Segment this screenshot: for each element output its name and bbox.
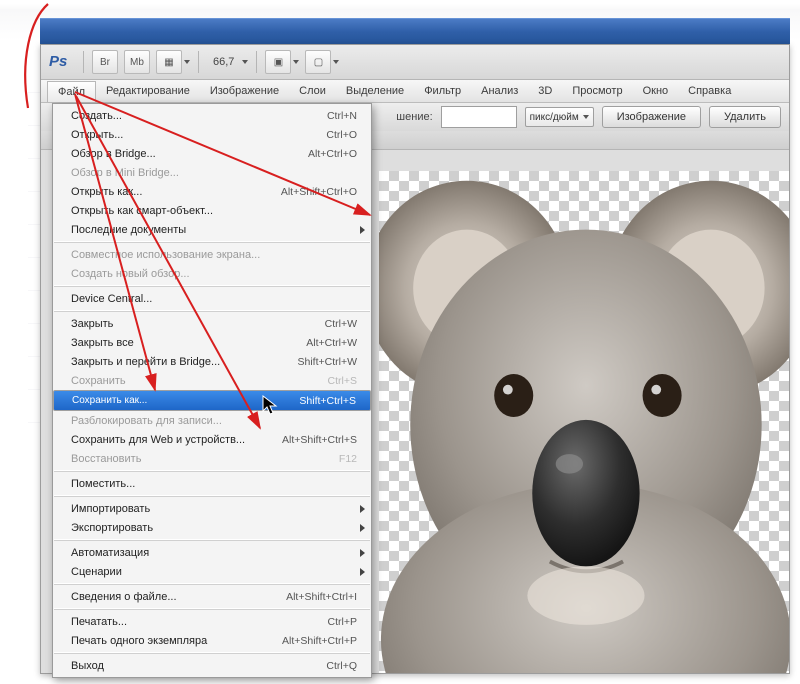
menu-item-label: Экспортировать xyxy=(71,522,153,534)
menu-item[interactable]: Выход Ctrl+Q xyxy=(53,656,371,675)
menu-item-label: Сохранить xyxy=(71,375,126,387)
menu-item-label: Открыть... xyxy=(71,129,123,141)
menu-редактирование[interactable]: Редактирование xyxy=(96,80,200,102)
menu-item[interactable]: Сохранить для Web и устройств... Alt+Shif… xyxy=(53,430,371,449)
app-logo: Ps xyxy=(49,53,75,71)
arrange-icon[interactable]: ▦ xyxy=(156,50,190,74)
menu-item-label: Печатать... xyxy=(71,616,127,628)
menu-item[interactable]: Device Central... xyxy=(53,289,371,308)
menu-просмотр[interactable]: Просмотр xyxy=(562,80,632,102)
menu-item-label: Закрыть и перейти в Bridge... xyxy=(71,356,220,368)
menu-item-label: Печать одного экземпляра xyxy=(71,635,207,647)
menu-item[interactable]: Импортировать xyxy=(53,499,371,518)
menu-item[interactable]: Сохранить как... Shift+Ctrl+S xyxy=(53,390,371,411)
menu-item-label: Выход xyxy=(71,660,104,672)
menu-item-label: Создать новый обзор... xyxy=(71,268,190,280)
menu-item: Совместное использование экрана... xyxy=(53,245,371,264)
units-select[interactable]: пикс/дюйм xyxy=(525,107,594,127)
document-image xyxy=(379,171,789,673)
file-menu-dropdown: Создать... Ctrl+N Открыть... Ctrl+O Обзор в … xyxy=(52,103,372,678)
menu-item-label: Разблокировать для записи... xyxy=(71,415,222,427)
menu-item-shortcut: Alt+Shift+Ctrl+S xyxy=(282,434,357,446)
menu-item[interactable]: Открыть... Ctrl+O xyxy=(53,125,371,144)
image-button[interactable]: Изображение xyxy=(602,106,701,128)
menu-item-label: Сохранить для Web и устройств... xyxy=(71,434,245,446)
menu-item[interactable]: Обзор в Bridge... Alt+Ctrl+O xyxy=(53,144,371,163)
menu-item[interactable]: Закрыть Ctrl+W xyxy=(53,314,371,333)
menu-item[interactable]: Печатать... Ctrl+P xyxy=(53,612,371,631)
menu-item-shortcut: Ctrl+N xyxy=(327,110,357,122)
menu-item[interactable]: Экспортировать xyxy=(53,518,371,537)
menu-item-label: Device Central... xyxy=(71,293,152,305)
menu-item-label: Импортировать xyxy=(71,503,150,515)
menu-item: Восстановить F12 xyxy=(53,449,371,468)
resolution-input[interactable] xyxy=(441,106,517,128)
menu-item-label: Сохранить как... xyxy=(72,395,147,406)
menu-item[interactable]: Сведения о файле... Alt+Shift+Ctrl+I xyxy=(53,587,371,606)
menu-изображение[interactable]: Изображение xyxy=(200,80,289,102)
menu-item-shortcut: Alt+Shift+Ctrl+O xyxy=(281,186,357,198)
menu-item-shortcut: F12 xyxy=(339,453,357,465)
menu-item-label: Закрыть xyxy=(71,318,113,330)
screenmode-icon[interactable]: ▣ xyxy=(265,50,299,74)
bridge-icon[interactable]: Br xyxy=(92,50,118,74)
menu-item: Сохранить Ctrl+S xyxy=(53,371,371,390)
menu-item-shortcut: Shift+Ctrl+W xyxy=(297,356,357,368)
menu-item: Создать новый обзор... xyxy=(53,264,371,283)
menu-item-label: Совместное использование экрана... xyxy=(71,249,260,261)
menu-item-shortcut: Alt+Ctrl+W xyxy=(306,337,357,349)
menu-3d[interactable]: 3D xyxy=(528,80,562,102)
menu-item-label: Обзор в Mini Bridge... xyxy=(71,167,179,179)
menu-item-shortcut: Shift+Ctrl+S xyxy=(299,395,356,407)
menu-item-label: Автоматизация xyxy=(71,547,149,559)
menu-item[interactable]: Закрыть все Alt+Ctrl+W xyxy=(53,333,371,352)
minibridge-icon[interactable]: Mb xyxy=(124,50,150,74)
menu-item[interactable]: Автоматизация xyxy=(53,543,371,562)
menu-item-label: Последние документы xyxy=(71,224,186,236)
menu-item: Обзор в Mini Bridge... xyxy=(53,163,371,182)
menu-item-shortcut: Ctrl+P xyxy=(328,616,357,628)
app-toolbar: Ps Br Mb ▦ 66,7 ▣ ▢ xyxy=(41,45,789,80)
menu-item: Разблокировать для записи... xyxy=(53,411,371,430)
menu-item-label: Создать... xyxy=(71,110,122,122)
menu-item[interactable]: Поместить... xyxy=(53,474,371,493)
menu-слои[interactable]: Слои xyxy=(289,80,336,102)
menu-item-shortcut: Ctrl+S xyxy=(328,375,357,387)
menu-item-label: Восстановить xyxy=(71,453,141,465)
menu-выделение[interactable]: Выделение xyxy=(336,80,414,102)
menu-item[interactable]: Создать... Ctrl+N xyxy=(53,106,371,125)
menu-item-shortcut: Ctrl+W xyxy=(325,318,357,330)
menubar: ФайлРедактированиеИзображениеСлоиВыделен… xyxy=(41,80,789,103)
menu-item-label: Сведения о файле... xyxy=(71,591,177,603)
resolution-label: шение: xyxy=(396,111,432,123)
menu-справка[interactable]: Справка xyxy=(678,80,741,102)
window-titlebar xyxy=(40,18,790,46)
menu-анализ[interactable]: Анализ xyxy=(471,80,528,102)
menu-item[interactable]: Открыть как... Alt+Shift+Ctrl+O xyxy=(53,182,371,201)
zoom-selector[interactable]: 66,7 xyxy=(207,56,248,68)
menu-item[interactable]: Печать одного экземпляра Alt+Shift+Ctrl+P xyxy=(53,631,371,650)
menu-item-label: Сценарии xyxy=(71,566,122,578)
menu-item[interactable]: Закрыть и перейти в Bridge... Shift+Ctrl+… xyxy=(53,352,371,371)
menu-окно[interactable]: Окно xyxy=(633,80,679,102)
menu-item-shortcut: Alt+Shift+Ctrl+I xyxy=(286,591,357,603)
menu-item-shortcut: Ctrl+Q xyxy=(326,660,357,672)
menu-файл[interactable]: Файл xyxy=(47,81,96,102)
menu-item-label: Открыть как... xyxy=(71,186,142,198)
menu-item[interactable]: Последние документы xyxy=(53,220,371,239)
menu-item[interactable]: Открыть как смарт-объект... xyxy=(53,201,371,220)
menu-item[interactable]: Сценарии xyxy=(53,562,371,581)
menu-item-label: Обзор в Bridge... xyxy=(71,148,156,160)
delete-button[interactable]: Удалить xyxy=(709,106,781,128)
menu-item-label: Поместить... xyxy=(71,478,135,490)
extras-icon[interactable]: ▢ xyxy=(305,50,339,74)
menu-item-shortcut: Ctrl+O xyxy=(326,129,357,141)
menu-item-shortcut: Alt+Ctrl+O xyxy=(308,148,357,160)
menu-item-label: Открыть как смарт-объект... xyxy=(71,205,213,217)
menu-фильтр[interactable]: Фильтр xyxy=(414,80,471,102)
menu-item-label: Закрыть все xyxy=(71,337,134,349)
menu-item-shortcut: Alt+Shift+Ctrl+P xyxy=(282,635,357,647)
